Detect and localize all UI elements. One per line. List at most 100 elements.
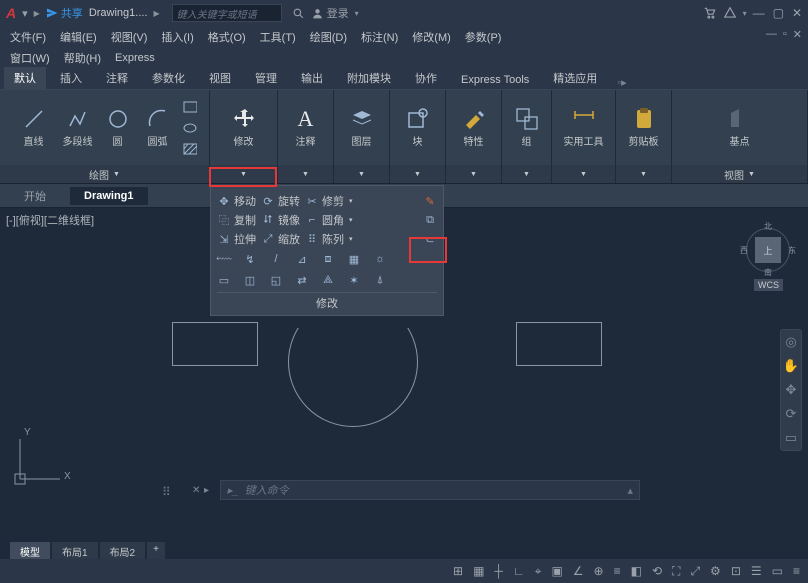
viewcube-top[interactable]: 上	[755, 237, 781, 263]
tool-hatch-icon[interactable]	[183, 142, 197, 156]
panel-block-label[interactable]: ▼	[390, 165, 445, 183]
cmd-recent-icon[interactable]: ▸	[204, 485, 209, 496]
ribbon-tab-addon[interactable]: 附加模块	[337, 67, 401, 89]
status-osnap-icon[interactable]: ▣	[551, 564, 562, 578]
fly-tool11-icon[interactable]: ⇄	[295, 273, 309, 287]
wcs-label[interactable]: WCS	[754, 279, 783, 291]
panel-utilities-label[interactable]: ▼	[552, 165, 615, 183]
panel-layer-label[interactable]: ▼	[334, 165, 389, 183]
doc-caret-icon[interactable]: ▶	[154, 9, 160, 18]
menu-edit[interactable]: 编辑(E)	[60, 29, 97, 45]
autodesk-icon[interactable]	[723, 6, 737, 20]
status-workspace-icon[interactable]: ⚙	[710, 564, 721, 578]
status-track-icon[interactable]: ∠	[573, 564, 584, 578]
shape-circle[interactable]	[288, 297, 418, 427]
fly-stretch[interactable]: ⇲拉伸	[217, 231, 256, 247]
menu-param[interactable]: 参数(P)	[465, 29, 502, 45]
login-button[interactable]: 登录	[311, 5, 349, 21]
fly-rotate[interactable]: ⟳旋转	[261, 193, 300, 209]
status-polar-icon[interactable]: ⌖	[535, 564, 542, 579]
panel-modify-label[interactable]: ▼	[210, 165, 277, 183]
search-icon[interactable]	[292, 7, 305, 20]
pan-icon[interactable]: ✋	[783, 358, 799, 374]
qat-caret-icon[interactable]: ▶	[34, 9, 40, 18]
grip-icon[interactable]: ⠿	[162, 485, 173, 499]
ribbon-tab-manage[interactable]: 管理	[245, 67, 287, 89]
fly-tool14-icon[interactable]: ⍋	[373, 273, 387, 287]
status-dyn-icon[interactable]: ⊕	[594, 564, 604, 578]
fly-tool5-icon[interactable]: ⧈	[321, 252, 335, 266]
status-grid-icon[interactable]: ▦	[473, 564, 484, 578]
fly-erase-icon[interactable]: ✎	[423, 194, 437, 208]
qat-dropdown-icon[interactable]: ▾	[22, 7, 28, 20]
ribbon-tab-featured[interactable]: 精选应用	[543, 67, 607, 89]
tool-rectangle-icon[interactable]	[183, 100, 197, 114]
menu-express[interactable]: Express	[115, 52, 155, 64]
command-line[interactable]: ▸_ 键入命令 ▴	[220, 480, 640, 500]
tool-utilities[interactable]: 实用工具	[556, 107, 611, 148]
ribbon-tab-collab[interactable]: 协作	[405, 67, 447, 89]
menu-draw[interactable]: 绘图(D)	[310, 29, 347, 45]
login-caret-icon[interactable]: ▾	[355, 9, 359, 18]
status-lineweight-icon[interactable]: ≡	[614, 564, 621, 578]
ribbon-tab-express[interactable]: Express Tools	[451, 71, 539, 89]
fly-trim[interactable]: ✂修剪▾	[305, 193, 353, 209]
ribbon-tab-output[interactable]: 输出	[291, 67, 333, 89]
menu-view[interactable]: 视图(V)	[111, 29, 148, 45]
mdi-close-button[interactable]: ✕	[793, 28, 802, 41]
panel-view-label[interactable]: 视图▼	[672, 165, 807, 183]
status-annoscale-icon[interactable]: ⛶	[672, 564, 680, 579]
menu-window[interactable]: 窗口(W)	[10, 50, 50, 66]
fly-scale[interactable]: ⤢缩放	[261, 231, 300, 247]
fly-tool7-icon[interactable]: ☼	[373, 252, 387, 266]
fly-tool9-icon[interactable]: ◫	[243, 273, 257, 287]
zoom-icon[interactable]: ✥	[786, 382, 797, 398]
tool-modify[interactable]: 修改	[223, 107, 265, 148]
tool-group[interactable]: 组	[506, 107, 547, 148]
tool-layer[interactable]: 图层	[341, 107, 383, 148]
menu-tools[interactable]: 工具(T)	[260, 29, 296, 45]
tool-block[interactable]: 块	[397, 107, 439, 148]
showmotion-icon[interactable]: ▭	[785, 430, 797, 446]
panel-annotate-label[interactable]: ▼	[278, 165, 333, 183]
viewport-label[interactable]: [-][俯视][二维线框]	[6, 212, 94, 228]
cmd-dropdown-icon[interactable]: ▴	[627, 484, 633, 497]
flyout-label[interactable]: 修改	[217, 292, 437, 313]
fly-tool12-icon[interactable]: ⟁	[321, 273, 335, 287]
tool-clipboard[interactable]: 剪贴板	[623, 107, 665, 148]
menu-insert[interactable]: 插入(I)	[161, 29, 193, 45]
maximize-button[interactable]: ▢	[773, 6, 784, 20]
menu-modify[interactable]: 修改(M)	[412, 29, 451, 45]
fly-tool6-icon[interactable]: ▦	[347, 252, 361, 266]
ribbon-tab-default[interactable]: 默认	[4, 67, 46, 89]
ribbon-tab-parametric[interactable]: 参数化	[142, 67, 195, 89]
status-monitor-icon[interactable]: ⊡	[731, 564, 741, 578]
tool-line[interactable]: 直线	[13, 107, 55, 148]
fly-tool8-icon[interactable]: ▭	[217, 273, 231, 287]
tool-circle[interactable]: 圆	[101, 107, 135, 148]
panel-clipboard-label[interactable]: ▼	[616, 165, 671, 183]
menu-format[interactable]: 格式(O)	[208, 29, 246, 45]
status-snap-icon[interactable]: ┼	[494, 564, 503, 578]
status-clean-icon[interactable]: ▭	[772, 564, 783, 578]
ribbon-tab-annotate[interactable]: 注释	[96, 67, 138, 89]
doc-tab-drawing1[interactable]: Drawing1	[70, 187, 148, 205]
fly-fillet[interactable]: ⌐圆角▾	[305, 212, 353, 228]
minimize-button[interactable]: —	[753, 6, 765, 20]
cmd-close-icon[interactable]: ✕	[192, 485, 200, 496]
status-isolate-icon[interactable]: ☰	[751, 564, 762, 578]
fly-mirror[interactable]: ⮃镜像	[261, 212, 300, 228]
menu-file[interactable]: 文件(F)	[10, 29, 46, 45]
ribbon-tab-insert[interactable]: 插入	[50, 67, 92, 89]
fly-offset-icon[interactable]: ⊂	[423, 232, 437, 246]
cart-icon[interactable]	[703, 6, 717, 20]
panel-draw-label[interactable]: 绘图▼	[0, 165, 209, 183]
status-transparency-icon[interactable]: ◧	[631, 564, 642, 578]
close-button[interactable]: ✕	[792, 6, 802, 20]
fly-tool13-icon[interactable]: ✶	[347, 273, 361, 287]
status-ortho-icon[interactable]: ∟	[513, 564, 525, 578]
panel-properties-label[interactable]: ▼	[446, 165, 501, 183]
tool-arc[interactable]: 圆弧	[137, 107, 179, 148]
search-input[interactable]: 键入关键字或短语	[172, 4, 282, 22]
fly-tool1-icon[interactable]: ⬳	[217, 252, 231, 266]
